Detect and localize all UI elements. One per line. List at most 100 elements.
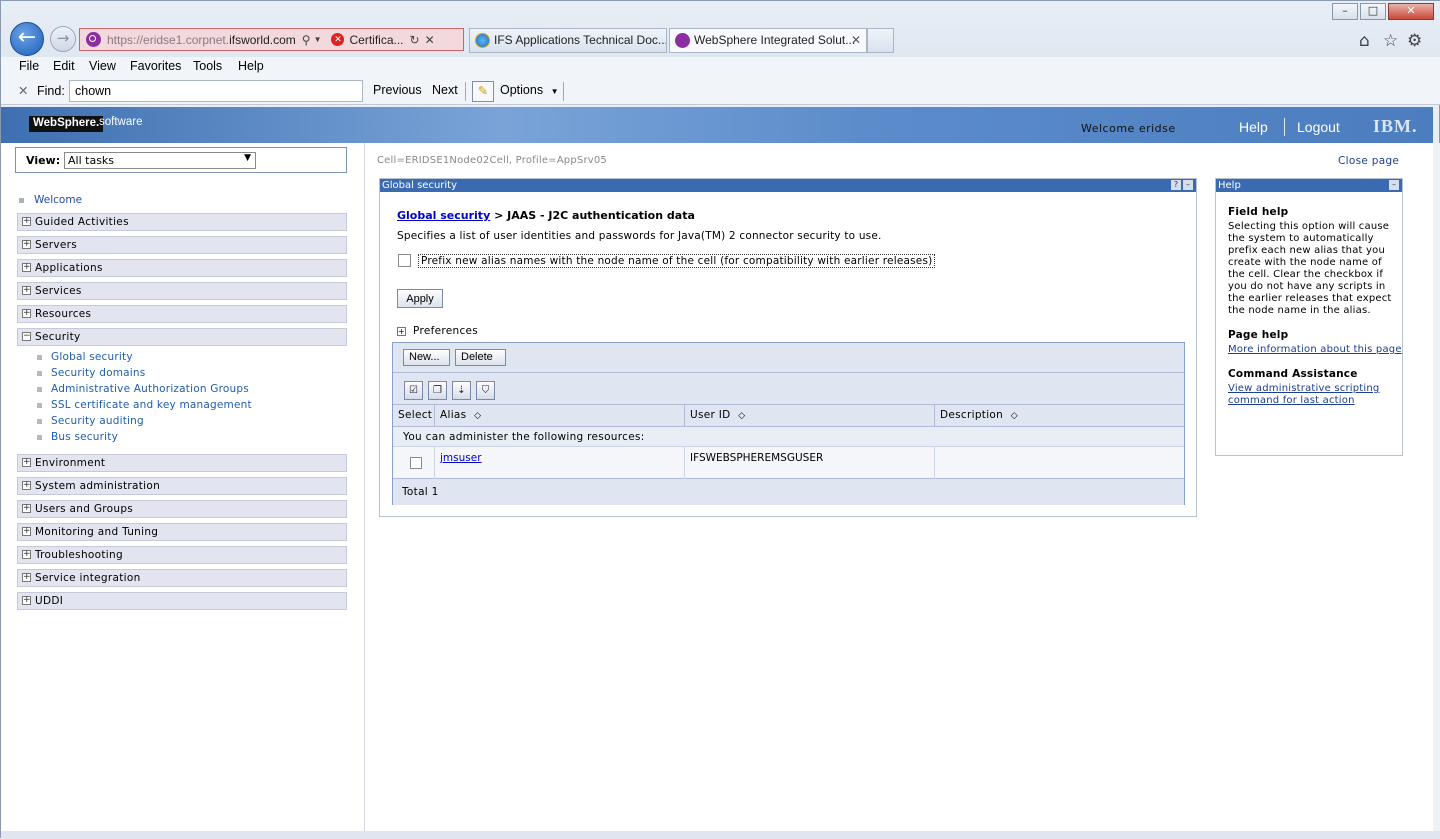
nav-welcome[interactable]: Welcome [19,194,82,206]
view-select[interactable]: All tasks ▼ [64,152,256,169]
select-all-icon[interactable]: ☑ [404,381,423,400]
column-description[interactable]: Description ◇ [935,405,1184,427]
minimize-button[interactable]: – [1332,3,1358,20]
show-filter-icon[interactable]: ⇣ [452,381,471,400]
nav-item-security-domains[interactable]: Security domains [37,367,145,379]
find-input[interactable]: chown [69,80,363,102]
nav-group-monitoring-and-tuning[interactable]: + Monitoring and Tuning [17,523,347,541]
sort-icon[interactable]: ◇ [1011,411,1018,421]
nav-group-applications[interactable]: + Applications [17,259,347,277]
tab-websphere[interactable]: WebSphere Integrated Solut... ✕ [669,28,867,53]
nav-group-system-administration[interactable]: + System administration [17,477,347,495]
gear-icon[interactable]: ⚙ [1407,31,1422,51]
menu-tools[interactable]: Tools [193,59,222,73]
sort-icon[interactable]: ◇ [738,411,745,421]
nav-group-resources[interactable]: + Resources [17,305,347,323]
nav-item-security-auditing[interactable]: Security auditing [37,415,144,427]
nav-item-global-security[interactable]: Global security [37,351,133,363]
restore-button[interactable]: □ [1360,3,1386,20]
apply-button[interactable]: Apply [397,289,443,308]
view-label: View: [26,154,61,167]
favorites-star-icon[interactable]: ☆ [1383,31,1398,51]
close-window-button[interactable]: ✕ [1388,3,1434,20]
breadcrumb-global-security[interactable]: Global security [397,209,490,222]
dropdown-icon[interactable]: ▼ [314,35,322,44]
help-icon[interactable]: ? [1171,180,1181,190]
menu-file[interactable]: File [19,59,39,73]
nav-group-label: Guided Activities [35,216,129,228]
expand-icon[interactable]: + [22,527,31,536]
nav-group-service-integration[interactable]: + Service integration [17,569,347,587]
expand-icon[interactable]: + [22,286,31,295]
expand-icon[interactable]: + [22,240,31,249]
back-button[interactable]: ← [10,22,44,56]
close-page-link[interactable]: Close page [1338,155,1399,167]
nav-group-servers[interactable]: + Servers [17,236,347,254]
expand-icon[interactable]: + [22,504,31,513]
menu-edit[interactable]: Edit [53,59,75,73]
cert-error-label[interactable]: Certifica... [349,33,403,47]
cert-error-icon[interactable]: ✕ [331,33,345,46]
help-link[interactable]: Help [1239,119,1268,135]
column-alias[interactable]: Alias ◇ [435,405,685,427]
menu-help[interactable]: Help [238,59,264,73]
forward-button[interactable]: → [50,26,76,52]
nav-group-security[interactable]: − Security [17,328,347,346]
refresh-icon[interactable]: ↻ [410,33,420,47]
sort-icon[interactable]: ◇ [474,411,481,421]
find-previous-button[interactable]: Previous [373,83,422,97]
new-button[interactable]: New... [403,349,450,366]
close-tab-icon[interactable]: ✕ [851,29,861,52]
row-checkbox[interactable] [410,457,422,469]
nav-item-admin-auth-groups[interactable]: Administrative Authorization Groups [37,383,249,395]
close-find-icon[interactable]: ✕ [18,83,28,98]
highlight-pencil-icon[interactable]: ✎ [472,81,494,102]
nav-item-ssl-certificate[interactable]: SSL certificate and key management [37,399,252,411]
stop-icon[interactable]: ✕ [425,33,435,47]
nav-item-bus-security[interactable]: Bus security [37,431,118,443]
nav-group-label: Applications [35,262,103,274]
nav-group-services[interactable]: + Services [17,282,347,300]
alias-link[interactable]: jmsuser [440,452,482,464]
menu-view[interactable]: View [89,59,116,73]
expand-icon[interactable]: + [22,596,31,605]
tab-ifs-docs[interactable]: IFS Applications Technical Doc... [469,28,667,53]
preferences-toggle[interactable]: + Preferences [397,325,478,337]
command-assistance-link[interactable]: View administrative scripting command fo… [1228,383,1402,407]
logout-link[interactable]: Logout [1297,119,1340,135]
nav-item-label: Administrative Authorization Groups [51,383,249,395]
find-next-button[interactable]: Next [432,83,458,97]
home-icon[interactable]: ⌂ [1359,31,1370,51]
collapse-icon[interactable]: − [22,332,31,341]
nav-group-uddi[interactable]: + UDDI [17,592,347,610]
address-bar[interactable]: https://eridse1.corpnet. ifsworld.com ⚲ ▼… [79,28,464,51]
new-tab-button[interactable] [867,28,894,53]
menu-favorites[interactable]: Favorites [130,59,181,73]
delete-button[interactable]: Delete [455,349,506,366]
clear-filter-icon[interactable]: ⛉ [476,381,495,400]
expand-icon[interactable]: + [22,217,31,226]
nav-group-environment[interactable]: + Environment [17,454,347,472]
deselect-all-icon[interactable]: ❐ [428,381,447,400]
expand-icon[interactable]: + [22,481,31,490]
column-user-id[interactable]: User ID ◇ [685,405,935,427]
minimize-panel-icon[interactable]: – [1183,180,1193,190]
vertical-scrollbar[interactable] [1433,143,1440,831]
expand-icon[interactable]: + [22,263,31,272]
nav-group-label: Resources [35,308,92,320]
expand-icon[interactable]: + [22,550,31,559]
nav-group-troubleshooting[interactable]: + Troubleshooting [17,546,347,564]
expand-icon[interactable]: + [22,573,31,582]
page-help-link[interactable]: More information about this page [1228,344,1402,356]
console-content: View: All tasks ▼ Welcome + Guided Activi… [1,143,1433,831]
nav-group-guided-activities[interactable]: + Guided Activities [17,213,347,231]
prefix-alias-label[interactable]: Prefix new alias names with the node nam… [418,254,936,268]
search-icon[interactable]: ⚲ [302,33,311,47]
expand-icon[interactable]: + [397,326,406,336]
find-options-button[interactable]: Options ▼ [500,83,559,97]
minimize-panel-icon[interactable]: – [1389,180,1399,190]
expand-icon[interactable]: + [22,309,31,318]
prefix-alias-checkbox[interactable] [398,254,411,267]
expand-icon[interactable]: + [22,458,31,467]
nav-group-users-and-groups[interactable]: + Users and Groups [17,500,347,518]
